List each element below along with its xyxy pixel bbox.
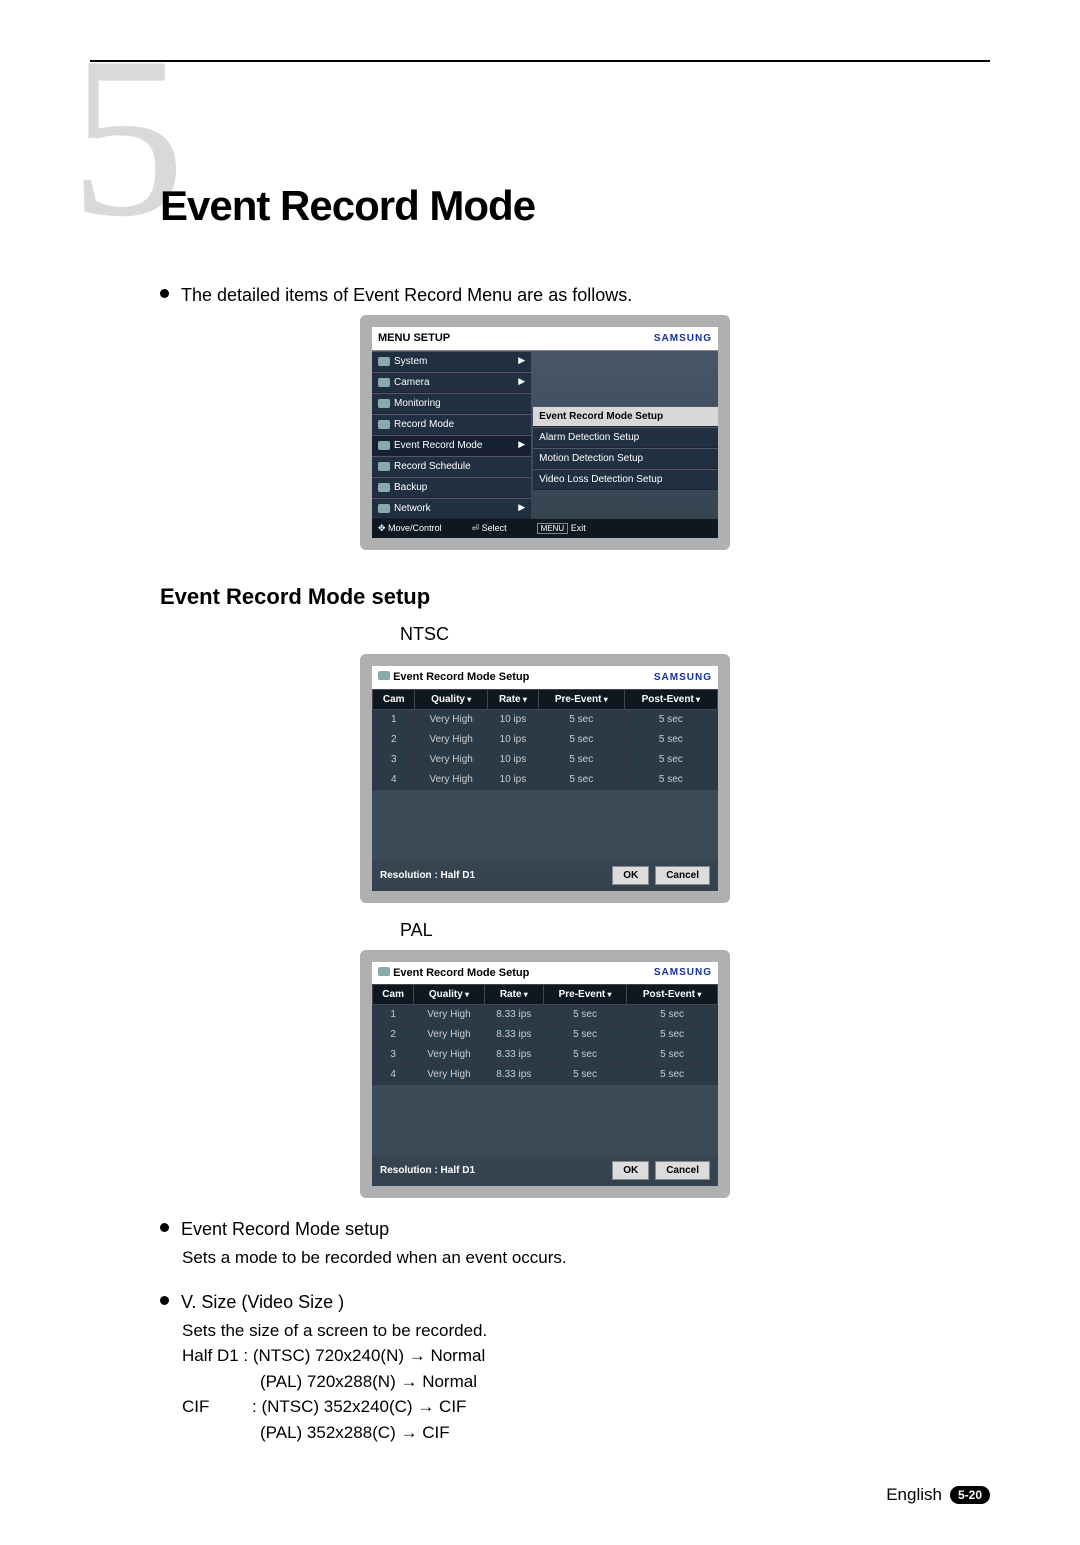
menu-item: Network — [394, 501, 431, 516]
table-row: 3Very High8.33 ips5 sec5 sec — [373, 1045, 718, 1065]
ok-button: OK — [612, 866, 649, 885]
arrow-right-icon: ▶ — [518, 501, 525, 515]
menu-item: System — [394, 354, 427, 369]
brand-logo: SAMSUNG — [654, 331, 712, 346]
th-quality: Quality — [415, 689, 487, 709]
bullet-icon — [160, 1296, 169, 1305]
th-quality: Quality — [414, 985, 484, 1005]
th-rate: Rate — [484, 985, 543, 1005]
vsize-line2b: (PAL) 352x288(C) → CIF — [260, 1420, 990, 1446]
desc2-head: V. Size (Video Size ) — [181, 1289, 344, 1316]
ntsc-label: NTSC — [400, 621, 990, 648]
footer-select: Select — [482, 523, 507, 533]
table-row: 4Very High10 ips5 sec5 sec — [373, 769, 718, 789]
pal-label: PAL — [400, 917, 990, 944]
resolution-label: Resolution : Half D1 — [380, 868, 606, 883]
menu-item: Monitoring — [394, 396, 441, 411]
schedule-icon — [378, 462, 390, 471]
menu-setup-screenshot: MENU SETUP SAMSUNG System ▶ Camera ▶ Monit… — [360, 315, 730, 550]
brand-logo: SAMSUNG — [654, 670, 712, 685]
th-cam: Cam — [373, 985, 414, 1005]
section-heading: Event Record Mode setup — [160, 580, 990, 613]
th-pre: Pre-Event — [543, 985, 626, 1005]
bullet-icon — [160, 1223, 169, 1232]
menu-item: Backup — [394, 480, 427, 495]
arrow-right-icon: ▶ — [518, 438, 525, 452]
cancel-button: Cancel — [655, 1161, 710, 1180]
intro-bullet: The detailed items of Event Record Menu … — [160, 282, 990, 309]
table-title: Event Record Mode Setup — [393, 967, 529, 979]
table-row: 1Very High8.33 ips5 sec5 sec — [373, 1005, 718, 1025]
monitoring-icon — [378, 399, 390, 408]
brand-logo: SAMSUNG — [654, 965, 712, 980]
desc2-bullet: V. Size (Video Size ) — [160, 1289, 990, 1316]
arrow-right-icon: ▶ — [518, 375, 525, 389]
submenu-item: Video Loss Detection Setup — [533, 469, 718, 490]
ntsc-screenshot: Event Record Mode Setup SAMSUNG Cam Qual… — [360, 654, 730, 903]
page-footer: English 5-20 — [90, 1485, 990, 1505]
submenu-item: Event Record Mode Setup — [533, 406, 718, 427]
bullet-icon — [160, 289, 169, 298]
pal-table: Cam Quality Rate Pre-Event Post-Event 1V… — [372, 984, 718, 1085]
arrow-right-icon: ▶ — [518, 354, 525, 368]
desc1-bullet: Event Record Mode setup — [160, 1216, 990, 1243]
cancel-button: Cancel — [655, 866, 710, 885]
vsize-line1a: Half D1 : (NTSC) 720x240(N) → Normal — [182, 1343, 990, 1369]
th-pre: Pre-Event — [538, 689, 624, 709]
menu-item: Event Record Mode — [394, 438, 482, 453]
record-icon — [378, 420, 390, 429]
table-row: 1Very High10 ips5 sec5 sec — [373, 709, 718, 729]
table-title: Event Record Mode Setup — [393, 671, 529, 683]
vsize-line2a: CIF: (NTSC) 352x240(C) → CIF — [182, 1394, 990, 1420]
menu-left-list: System ▶ Camera ▶ Monitoring Record Mode E… — [372, 351, 531, 519]
intro-text: The detailed items of Event Record Menu … — [181, 282, 632, 309]
desc1-body: Sets a mode to be recorded when an event… — [182, 1245, 990, 1271]
menu-right-list: Event Record Mode Setup Alarm Detection … — [531, 351, 718, 519]
menu-item: Camera — [394, 375, 430, 390]
footer-lang: English — [886, 1485, 942, 1505]
table-row: 2Very High8.33 ips5 sec5 sec — [373, 1025, 718, 1045]
ok-button: OK — [612, 1161, 649, 1180]
th-cam: Cam — [373, 689, 415, 709]
top-rule — [90, 60, 990, 62]
backup-icon — [378, 483, 390, 492]
desc2-body: Sets the size of a screen to be recorded… — [182, 1318, 990, 1344]
event-record-icon — [378, 441, 390, 450]
menu-title: MENU SETUP — [378, 330, 450, 347]
menu-item: Record Mode — [394, 417, 454, 432]
page-number-badge: 5-20 — [950, 1486, 990, 1504]
table-row: 2Very High10 ips5 sec5 sec — [373, 729, 718, 749]
table-row: 3Very High10 ips5 sec5 sec — [373, 749, 718, 769]
footer-exit: Exit — [571, 523, 586, 533]
menu-item: Record Schedule — [394, 459, 471, 474]
system-icon — [378, 357, 390, 366]
ntsc-table: Cam Quality Rate Pre-Event Post-Event 1V… — [372, 689, 718, 790]
th-rate: Rate — [487, 689, 538, 709]
th-post: Post-Event — [627, 985, 718, 1005]
desc1-head: Event Record Mode setup — [181, 1216, 389, 1243]
th-post: Post-Event — [624, 689, 717, 709]
camera-icon — [378, 378, 390, 387]
footer-move: Move/Control — [388, 523, 442, 533]
submenu-item: Alarm Detection Setup — [533, 427, 718, 448]
network-icon — [378, 504, 390, 513]
resolution-label: Resolution : Half D1 — [380, 1163, 606, 1178]
event-record-icon — [378, 967, 390, 976]
chapter-title: Event Record Mode — [160, 182, 535, 230]
submenu-item: Motion Detection Setup — [533, 448, 718, 469]
table-row: 4Very High8.33 ips5 sec5 sec — [373, 1065, 718, 1085]
vsize-line1b: (PAL) 720x288(N) → Normal — [260, 1369, 990, 1395]
event-record-icon — [378, 671, 390, 680]
chapter-header: 5 Event Record Mode — [90, 82, 990, 252]
pal-screenshot: Event Record Mode Setup SAMSUNG Cam Qual… — [360, 950, 730, 1199]
